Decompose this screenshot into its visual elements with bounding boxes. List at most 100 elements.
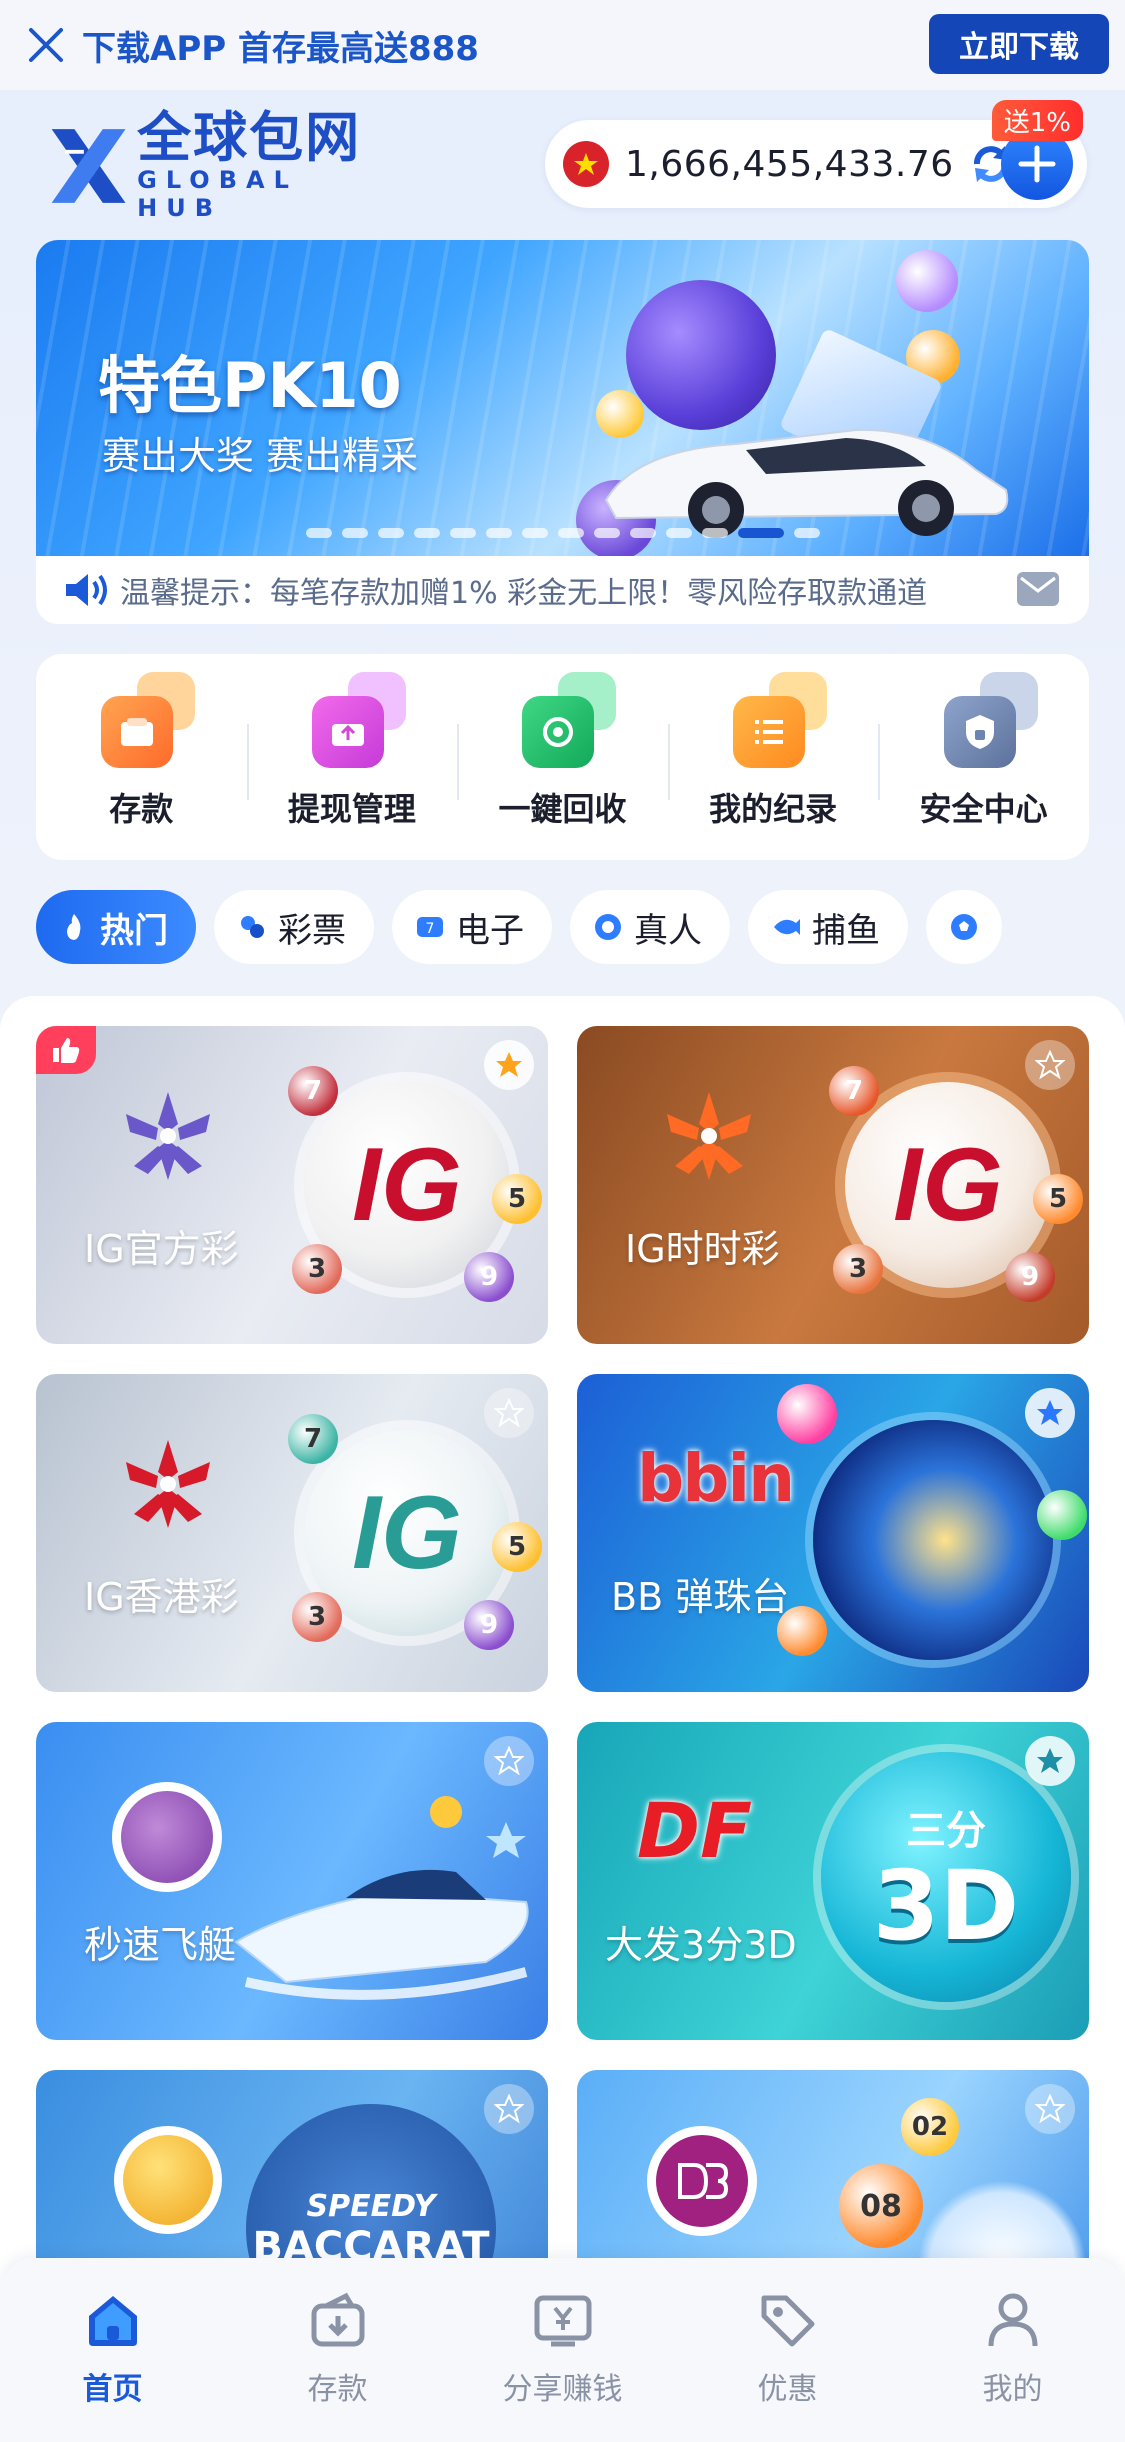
pagination-dot[interactable] bbox=[522, 528, 548, 538]
game-name: IG时时彩 bbox=[625, 1227, 780, 1271]
game-card[interactable]: IG时时彩 IG 7 5 3 9 bbox=[577, 1026, 1089, 1344]
favorite-star-icon[interactable] bbox=[1025, 1736, 1075, 1786]
pinball-graphic bbox=[813, 1420, 1053, 1660]
action-records[interactable]: 我的纪录 bbox=[667, 672, 879, 830]
tab-live[interactable]: 真人 bbox=[570, 890, 730, 964]
pinball-ball-graphic bbox=[1037, 1490, 1087, 1540]
bottom-nav: 首页 存款 分享赚钱 优惠 我的 bbox=[0, 2258, 1125, 2442]
category-tabs: 热门 彩票 7 电子 真人 捕鱼 bbox=[36, 890, 1125, 966]
lottery-ball-3: 3 bbox=[292, 1592, 342, 1642]
pagination-dot[interactable] bbox=[702, 528, 728, 538]
logo-x-icon bbox=[51, 129, 126, 203]
pinball-ball-graphic bbox=[777, 1606, 827, 1656]
game-card[interactable]: DF 大发3分3D 三分 3D bbox=[577, 1722, 1089, 2040]
tab-sports[interactable] bbox=[926, 890, 1002, 964]
sanfen-3d-graphic: 三分 3D bbox=[821, 1752, 1071, 2002]
pagination-dot[interactable] bbox=[486, 528, 512, 538]
logo[interactable]: 全球包网 GLOBAL HUB bbox=[46, 110, 386, 222]
action-security-center[interactable]: 安全中心 bbox=[878, 672, 1089, 830]
notice-text: 温馨提示：每笔存款加赠1% 彩金无上限！零风险存取款通道 bbox=[120, 576, 928, 611]
pagination-dot[interactable] bbox=[414, 528, 440, 538]
game-name: BB 弹珠台 bbox=[611, 1575, 790, 1619]
pagination-dot[interactable] bbox=[450, 528, 476, 538]
lottery-ball-7: 7 bbox=[829, 1066, 879, 1116]
action-deposit[interactable]: 存款 bbox=[36, 672, 247, 830]
promo-banner[interactable]: 特色PK10 赛出大奖 赛出精采 bbox=[36, 240, 1089, 556]
favorite-star-icon[interactable] bbox=[1025, 2084, 1075, 2134]
nav-promotions[interactable]: 优惠 bbox=[675, 2258, 900, 2442]
db-logo bbox=[647, 2126, 757, 2236]
game-card[interactable]: IG官方彩 IG 7 5 3 9 bbox=[36, 1026, 548, 1344]
action-label: 存款 bbox=[109, 790, 174, 828]
slot-machine-icon: 7 bbox=[417, 917, 443, 937]
balance-widget: 1,666,455,433.76 送1% bbox=[545, 100, 1087, 208]
close-icon[interactable] bbox=[16, 15, 76, 75]
thumbs-up-icon bbox=[36, 1026, 96, 1074]
lottery-sphere-graphic bbox=[626, 280, 776, 430]
lottery-ball-7: 7 bbox=[288, 1414, 338, 1464]
df-logo: DF bbox=[637, 1786, 753, 1875]
speaker-icon bbox=[66, 574, 107, 606]
game-grid: IG官方彩 IG 7 5 3 9 IG时时彩 IG 7 5 3 9 IG香港彩 … bbox=[0, 996, 1125, 2442]
notice-marquee[interactable]: 温馨提示：每笔存款加赠1% 彩金无上限！零风险存取款通道 bbox=[36, 556, 1089, 624]
recycle-icon bbox=[522, 672, 617, 768]
nav-profile[interactable]: 我的 bbox=[900, 2258, 1125, 2442]
shield-icon bbox=[943, 672, 1038, 768]
game-card[interactable]: 秒速飞艇 bbox=[36, 1722, 548, 2040]
tab-lottery[interactable]: 彩票 bbox=[214, 890, 374, 964]
action-withdraw-manage[interactable]: 提现管理 bbox=[246, 672, 458, 830]
game-card[interactable]: IG香港彩 IG 7 5 3 9 bbox=[36, 1374, 548, 1692]
tab-label: 电子 bbox=[456, 910, 524, 951]
page: 下载APP 首存最高送888 立即下载 全球包网 GLOBAL HUB 1,66… bbox=[0, 0, 1125, 2442]
wallet-icon bbox=[101, 672, 196, 768]
share-earn-icon bbox=[534, 2295, 591, 2347]
nav-share-earn[interactable]: 分享赚钱 bbox=[450, 2258, 675, 2442]
banner-pagination bbox=[306, 528, 820, 538]
quick-actions: 存款 提现管理 一鍵回收 我的纪录 安全中心 bbox=[36, 654, 1089, 860]
tab-label: 真人 bbox=[634, 910, 702, 951]
lottery-ball-9: 9 bbox=[464, 1600, 514, 1650]
flame-icon bbox=[67, 914, 81, 940]
download-now-button[interactable]: 立即下载 bbox=[929, 14, 1109, 74]
mail-icon[interactable] bbox=[1017, 572, 1059, 606]
favorite-star-icon[interactable] bbox=[1025, 1388, 1075, 1438]
nav-deposit[interactable]: 存款 bbox=[225, 2258, 450, 2442]
game-card[interactable]: bbin BB 弹珠台 bbox=[577, 1374, 1089, 1692]
pagination-dot[interactable] bbox=[342, 528, 368, 538]
lottery-ball-3: 3 bbox=[292, 1244, 342, 1294]
tab-label: 热门 bbox=[100, 910, 168, 951]
tab-hot[interactable]: 热门 bbox=[36, 890, 196, 964]
action-recycle[interactable]: 一鍵回收 bbox=[457, 672, 668, 830]
pagination-dot[interactable] bbox=[594, 528, 620, 538]
pagination-dot[interactable] bbox=[794, 528, 820, 538]
favorite-star-icon[interactable] bbox=[484, 1388, 534, 1438]
speed-boat-graphic bbox=[234, 1796, 529, 2000]
lottery-ball-5: 5 bbox=[492, 1174, 542, 1224]
favorite-star-icon[interactable] bbox=[484, 1040, 534, 1090]
nav-label: 分享赚钱 bbox=[502, 2372, 623, 2407]
action-label: 安全中心 bbox=[919, 790, 1048, 828]
speed-boat-logo bbox=[112, 1782, 222, 1892]
pagination-dot[interactable] bbox=[666, 528, 692, 538]
tab-slots[interactable]: 7 电子 bbox=[392, 890, 552, 964]
vietnam-flag-icon bbox=[563, 141, 609, 187]
pagination-dot[interactable] bbox=[306, 528, 332, 538]
pagination-dot[interactable] bbox=[558, 528, 584, 538]
lottery-ball-5: 5 bbox=[1033, 1174, 1083, 1224]
favorite-star-icon[interactable] bbox=[1025, 1040, 1075, 1090]
pagination-dot[interactable] bbox=[378, 528, 404, 538]
header: 全球包网 GLOBAL HUB 1,666,455,433.76 送1% bbox=[0, 90, 1125, 240]
nav-home[interactable]: 首页 bbox=[0, 2258, 225, 2442]
bbin-logo: bbin bbox=[637, 1440, 795, 1517]
favorite-star-icon[interactable] bbox=[484, 2084, 534, 2134]
download-promo-text: 下载APP 首存最高送888 bbox=[82, 28, 479, 69]
download-app-bar: 下载APP 首存最高送888 立即下载 bbox=[0, 0, 1125, 90]
pagination-dot[interactable] bbox=[630, 528, 656, 538]
nav-label: 首页 bbox=[82, 2372, 143, 2407]
poker-chip-icon bbox=[595, 914, 621, 940]
favorite-star-icon[interactable] bbox=[484, 1736, 534, 1786]
tab-fishing[interactable]: 捕鱼 bbox=[748, 890, 908, 964]
logo-title: 全球包网 bbox=[137, 106, 362, 169]
action-label: 提现管理 bbox=[287, 790, 416, 828]
pagination-dot-active[interactable] bbox=[738, 528, 784, 538]
